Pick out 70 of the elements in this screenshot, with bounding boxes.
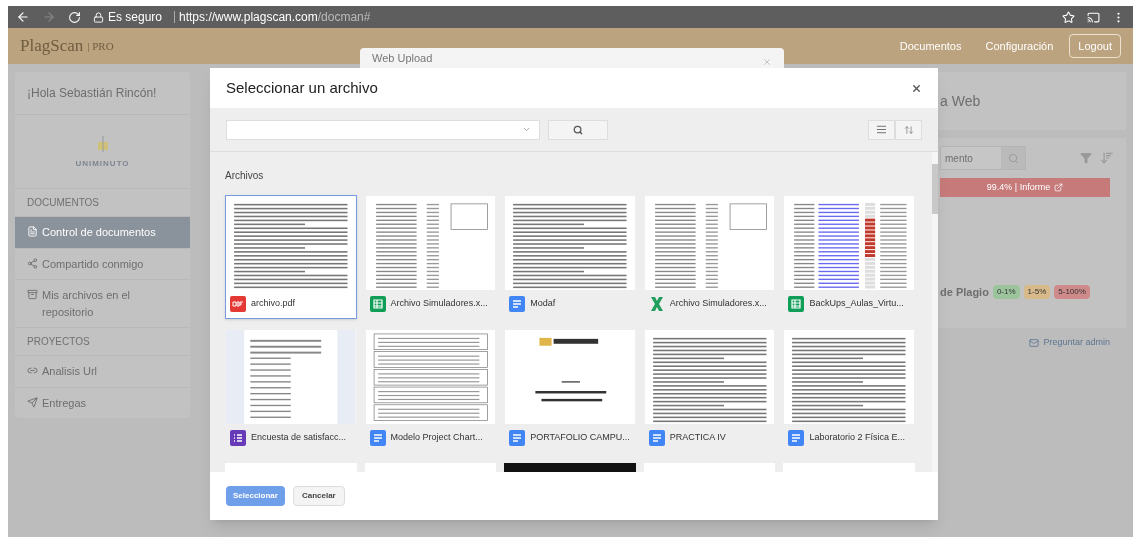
file-name: Encuesta de satisfacc...	[251, 431, 347, 445]
document-icon	[509, 430, 526, 447]
list-icon	[876, 124, 887, 135]
secure-label: Es seguro	[108, 9, 163, 26]
greeting: ¡Hola Sebastián Rincón!	[15, 72, 190, 115]
bookmark-star-icon[interactable]	[1062, 10, 1075, 24]
dialog-title: Seleccionar un archivo	[226, 77, 378, 98]
file-name: Modaf	[530, 297, 556, 311]
mail-icon	[1029, 337, 1040, 348]
file-card[interactable]: BackUps_Aulas_Virtu...	[783, 195, 915, 319]
sort-az-icon	[903, 124, 914, 135]
spreadsheet-icon	[788, 296, 805, 313]
file-icon	[27, 226, 38, 237]
section-heading: PROYECTOS	[15, 327, 190, 355]
file-name: Modelo Project Chart...	[390, 431, 483, 445]
chevron-down-icon	[522, 125, 531, 134]
reload-icon[interactable]	[68, 10, 81, 24]
level-badge: 5-100%	[1054, 284, 1090, 299]
back-icon[interactable]	[16, 10, 30, 24]
lock-icon	[93, 11, 104, 23]
file-card[interactable]: archivo.pdf	[225, 195, 357, 319]
file-card[interactable]: Laboratorio 2 Física E...	[783, 329, 915, 453]
document-icon	[648, 430, 665, 447]
section-heading: Archivos	[225, 169, 265, 183]
share-icon	[27, 257, 38, 269]
close-icon[interactable]	[911, 82, 922, 94]
spreadsheet-icon	[369, 296, 386, 313]
file-name: Archivo Simuladores.x...	[669, 297, 767, 311]
panel-title: a Web	[940, 91, 981, 111]
file-name: PRACTICA IV	[669, 431, 726, 445]
file-name: Laboratorio 2 Física E...	[809, 431, 905, 445]
filter-icon[interactable]	[1080, 152, 1092, 164]
file-name: PORTAFOLIO CAMPU...	[530, 431, 630, 445]
file-card[interactable]: Archivo Simuladores.x...	[643, 195, 776, 319]
forward-icon[interactable]	[42, 10, 56, 24]
cancel-button[interactable]: Cancelar	[292, 486, 345, 506]
sort-icon[interactable]	[1100, 151, 1114, 165]
search-button[interactable]	[548, 119, 608, 140]
link-icon	[27, 365, 38, 376]
send-icon	[27, 396, 38, 408]
document-icon	[509, 296, 526, 313]
file-card[interactable]: Modaf	[504, 195, 636, 319]
file-name: Archivo Simuladores.x...	[390, 297, 488, 311]
org-logo-text: UNIMINUTO	[75, 157, 130, 170]
pdf-icon	[230, 296, 246, 313]
search-icon	[573, 124, 583, 135]
file-name: BackUps_Aulas_Virtu...	[809, 297, 904, 311]
address-url[interactable]: https://www.plagscan.com/docman#	[179, 8, 371, 26]
document-icon	[369, 430, 386, 447]
search-icon	[1007, 152, 1019, 164]
archive-icon	[27, 289, 38, 300]
form-icon	[230, 430, 246, 447]
plagio-label: de Plagio	[940, 284, 989, 300]
file-card[interactable]: Modelo Project Chart...	[364, 329, 497, 453]
dialog-title: Web Upload	[372, 53, 433, 66]
level-badge: 0-1%	[992, 284, 1020, 299]
app-logo: PlagScan	[20, 35, 84, 58]
file-card[interactable]: PRACTICA IV	[643, 329, 776, 453]
level-badge: 1-5%	[1023, 284, 1051, 299]
sort-button[interactable]	[895, 119, 922, 140]
file-card[interactable]: PORTAFOLIO CAMPU...	[504, 329, 636, 453]
logo-suffix: | PRO	[87, 38, 114, 54]
x-letter-icon	[648, 296, 665, 313]
file-card[interactable]: Archivo Simuladores.x...	[364, 195, 497, 319]
list-view-button[interactable]	[868, 119, 895, 140]
file-name: archivo.pdf	[251, 297, 296, 311]
document-icon	[788, 430, 805, 447]
external-link-icon	[1054, 183, 1064, 192]
file-card[interactable]: Encuesta de satisfacc...	[225, 329, 357, 453]
cast-icon[interactable]	[1087, 10, 1100, 24]
